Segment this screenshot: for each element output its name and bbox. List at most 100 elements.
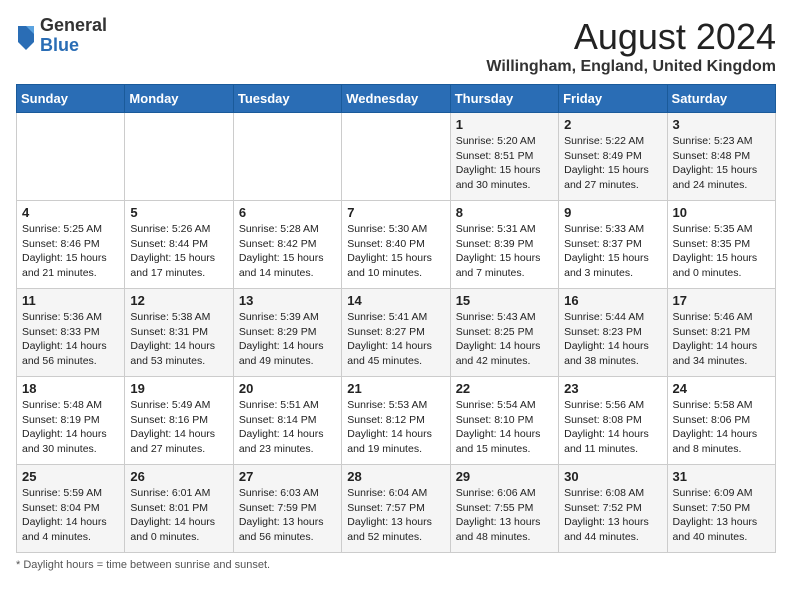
day-number: 2 (564, 117, 661, 132)
header: General Blue August 2024 Willingham, Eng… (16, 16, 776, 76)
sunrise: Sunrise: 5:35 AM (673, 223, 753, 235)
day-number: 23 (564, 381, 661, 396)
table-row: 31 Sunrise: 6:09 AM Sunset: 7:50 PM Dayl… (667, 465, 775, 553)
table-row: 6 Sunrise: 5:28 AM Sunset: 8:42 PM Dayli… (233, 201, 341, 289)
table-row: 4 Sunrise: 5:25 AM Sunset: 8:46 PM Dayli… (17, 201, 125, 289)
sunset: Sunset: 8:29 PM (239, 326, 317, 338)
sunrise: Sunrise: 6:04 AM (347, 487, 427, 499)
sunrise: Sunrise: 6:08 AM (564, 487, 644, 499)
daylight: Daylight: 14 hours and 0 minutes. (130, 516, 215, 543)
day-number: 5 (130, 205, 227, 220)
day-number: 13 (239, 293, 336, 308)
day-info: Sunrise: 5:53 AM Sunset: 8:12 PM Dayligh… (347, 398, 444, 457)
day-number: 21 (347, 381, 444, 396)
day-info: Sunrise: 5:33 AM Sunset: 8:37 PM Dayligh… (564, 222, 661, 281)
day-number: 10 (673, 205, 770, 220)
day-number: 7 (347, 205, 444, 220)
sunset: Sunset: 7:50 PM (673, 502, 751, 514)
footer-note: * Daylight hours = time between sunrise … (16, 559, 776, 571)
sunrise: Sunrise: 5:36 AM (22, 311, 102, 323)
table-row: 26 Sunrise: 6:01 AM Sunset: 8:01 PM Dayl… (125, 465, 233, 553)
header-saturday: Saturday (667, 85, 775, 113)
day-info: Sunrise: 5:35 AM Sunset: 8:35 PM Dayligh… (673, 222, 770, 281)
day-number: 30 (564, 469, 661, 484)
daylight: Daylight: 15 hours and 7 minutes. (456, 252, 541, 279)
daylight: Daylight: 14 hours and 38 minutes. (564, 340, 649, 367)
day-number: 27 (239, 469, 336, 484)
table-row: 27 Sunrise: 6:03 AM Sunset: 7:59 PM Dayl… (233, 465, 341, 553)
title-area: August 2024 Willingham, England, United … (486, 16, 776, 76)
day-number: 26 (130, 469, 227, 484)
daylight: Daylight: 15 hours and 3 minutes. (564, 252, 649, 279)
logo-general-text: General (40, 16, 107, 36)
day-info: Sunrise: 5:22 AM Sunset: 8:49 PM Dayligh… (564, 134, 661, 193)
day-info: Sunrise: 5:26 AM Sunset: 8:44 PM Dayligh… (130, 222, 227, 281)
sunset: Sunset: 8:37 PM (564, 238, 642, 250)
daylight: Daylight: 14 hours and 11 minutes. (564, 428, 649, 455)
sunrise: Sunrise: 5:58 AM (673, 399, 753, 411)
table-row: 13 Sunrise: 5:39 AM Sunset: 8:29 PM Dayl… (233, 289, 341, 377)
day-number: 11 (22, 293, 119, 308)
day-info: Sunrise: 5:41 AM Sunset: 8:27 PM Dayligh… (347, 310, 444, 369)
logo-icon (16, 22, 36, 50)
table-row: 15 Sunrise: 5:43 AM Sunset: 8:25 PM Dayl… (450, 289, 558, 377)
table-row: 16 Sunrise: 5:44 AM Sunset: 8:23 PM Dayl… (559, 289, 667, 377)
day-info: Sunrise: 5:59 AM Sunset: 8:04 PM Dayligh… (22, 486, 119, 545)
sunset: Sunset: 8:12 PM (347, 414, 425, 426)
daylight: Daylight: 15 hours and 0 minutes. (673, 252, 758, 279)
daylight: Daylight: 14 hours and 45 minutes. (347, 340, 432, 367)
header-sunday: Sunday (17, 85, 125, 113)
day-number: 25 (22, 469, 119, 484)
day-number: 15 (456, 293, 553, 308)
daylight: Daylight: 13 hours and 40 minutes. (673, 516, 758, 543)
day-number: 17 (673, 293, 770, 308)
day-info: Sunrise: 5:54 AM Sunset: 8:10 PM Dayligh… (456, 398, 553, 457)
daylight: Daylight: 15 hours and 17 minutes. (130, 252, 215, 279)
day-info: Sunrise: 5:58 AM Sunset: 8:06 PM Dayligh… (673, 398, 770, 457)
sunrise: Sunrise: 5:23 AM (673, 135, 753, 147)
table-row: 10 Sunrise: 5:35 AM Sunset: 8:35 PM Dayl… (667, 201, 775, 289)
table-row: 24 Sunrise: 5:58 AM Sunset: 8:06 PM Dayl… (667, 377, 775, 465)
sunrise: Sunrise: 6:01 AM (130, 487, 210, 499)
table-row: 2 Sunrise: 5:22 AM Sunset: 8:49 PM Dayli… (559, 113, 667, 201)
sunset: Sunset: 8:08 PM (564, 414, 642, 426)
table-row: 30 Sunrise: 6:08 AM Sunset: 7:52 PM Dayl… (559, 465, 667, 553)
day-info: Sunrise: 5:38 AM Sunset: 8:31 PM Dayligh… (130, 310, 227, 369)
table-row: 12 Sunrise: 5:38 AM Sunset: 8:31 PM Dayl… (125, 289, 233, 377)
table-row: 20 Sunrise: 5:51 AM Sunset: 8:14 PM Dayl… (233, 377, 341, 465)
calendar-header: Sunday Monday Tuesday Wednesday Thursday… (17, 85, 776, 113)
table-row: 18 Sunrise: 5:48 AM Sunset: 8:19 PM Dayl… (17, 377, 125, 465)
logo-blue-text: Blue (40, 36, 107, 56)
location: Willingham, England, United Kingdom (486, 58, 776, 76)
sunrise: Sunrise: 5:39 AM (239, 311, 319, 323)
sunset: Sunset: 8:01 PM (130, 502, 208, 514)
calendar-table: Sunday Monday Tuesday Wednesday Thursday… (16, 84, 776, 553)
day-info: Sunrise: 5:43 AM Sunset: 8:25 PM Dayligh… (456, 310, 553, 369)
day-info: Sunrise: 5:36 AM Sunset: 8:33 PM Dayligh… (22, 310, 119, 369)
day-info: Sunrise: 5:44 AM Sunset: 8:23 PM Dayligh… (564, 310, 661, 369)
daylight: Daylight: 14 hours and 30 minutes. (22, 428, 107, 455)
daylight: Daylight: 15 hours and 30 minutes. (456, 164, 541, 191)
day-info: Sunrise: 5:20 AM Sunset: 8:51 PM Dayligh… (456, 134, 553, 193)
daylight: Daylight: 14 hours and 53 minutes. (130, 340, 215, 367)
sunrise: Sunrise: 5:59 AM (22, 487, 102, 499)
daylight: Daylight: 15 hours and 10 minutes. (347, 252, 432, 279)
day-number: 1 (456, 117, 553, 132)
daylight: Daylight: 14 hours and 4 minutes. (22, 516, 107, 543)
calendar-body: 1 Sunrise: 5:20 AM Sunset: 8:51 PM Dayli… (17, 113, 776, 553)
daylight: Daylight: 13 hours and 48 minutes. (456, 516, 541, 543)
sunset: Sunset: 8:51 PM (456, 150, 534, 162)
header-tuesday: Tuesday (233, 85, 341, 113)
sunrise: Sunrise: 5:38 AM (130, 311, 210, 323)
daylight: Daylight: 15 hours and 14 minutes. (239, 252, 324, 279)
daylight: Daylight: 14 hours and 42 minutes. (456, 340, 541, 367)
sunset: Sunset: 8:21 PM (673, 326, 751, 338)
sunrise: Sunrise: 5:31 AM (456, 223, 536, 235)
day-number: 18 (22, 381, 119, 396)
day-number: 20 (239, 381, 336, 396)
sunset: Sunset: 8:39 PM (456, 238, 534, 250)
day-info: Sunrise: 5:46 AM Sunset: 8:21 PM Dayligh… (673, 310, 770, 369)
day-info: Sunrise: 5:28 AM Sunset: 8:42 PM Dayligh… (239, 222, 336, 281)
table-row: 14 Sunrise: 5:41 AM Sunset: 8:27 PM Dayl… (342, 289, 450, 377)
sunrise: Sunrise: 5:33 AM (564, 223, 644, 235)
